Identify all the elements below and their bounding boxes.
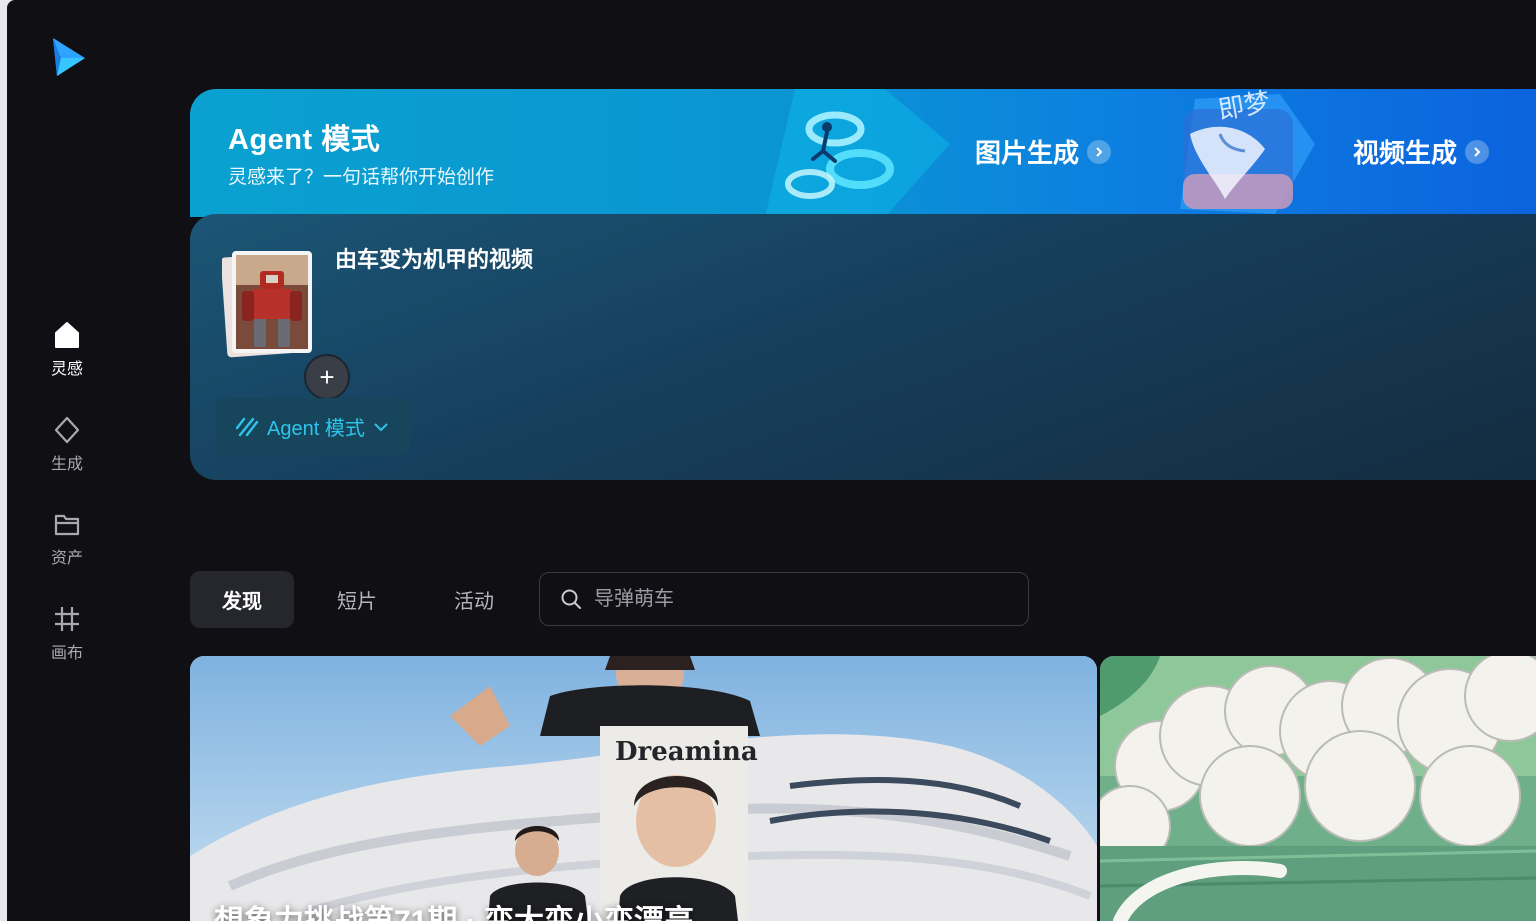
home-icon [55,322,79,348]
agent-mode-label: Agent 模式 [267,418,365,440]
sidebar-item-label: 灵感 [50,361,83,378]
tab-events[interactable]: 活动 [422,571,526,628]
sidebar-item-label: 画布 [50,645,83,662]
card-title: 想象力挑战第71期 · 变大变小变漂亮 [214,896,694,921]
add-reference-button[interactable]: + [304,354,350,400]
search-input[interactable] [592,586,996,612]
sidebar-item-inspiration[interactable]: 灵感 [29,320,105,379]
sidebar-item-generate[interactable]: 生成 [29,415,105,474]
search-box[interactable] [539,572,1029,626]
image-generation-link[interactable]: 图片生成 [975,133,1112,170]
tab-discover[interactable]: 发现 [190,571,294,628]
banner-title: Agent 模式 [228,124,381,156]
sparkle-diamond-icon [54,416,80,444]
mecha-thumbnail-image [220,251,312,358]
app-window: 灵感 生成 资产 画布 Agent 模式 灵感来了？一句话帮你开始创作 图片生成… [7,0,1536,921]
landscape-card-image [1100,656,1536,921]
banner-subtitle: 灵感来了？一句话帮你开始创作 [228,167,495,188]
reference-image-thumbnail[interactable]: + [220,247,350,400]
video-generation-art: 即梦 [1180,89,1315,214]
sidebar-item-assets[interactable]: 资产 [29,509,105,568]
image-generation-art [765,89,950,217]
feed-card-challenge[interactable]: Dreamina 想象力挑战第71期 · 变大变小变漂亮 [190,656,1097,921]
video-generation-label: 视频生成 [1353,138,1458,168]
agent-mode-banner[interactable]: Agent 模式 灵感来了？一句话帮你开始创作 图片生成 即梦 视频生成 [190,89,1536,217]
video-generation-link[interactable]: 视频生成 [1353,133,1490,170]
agent-mode-selector[interactable]: Agent 模式 [215,398,411,455]
chevron-right-icon [1465,139,1490,164]
prompt-composer: + 由车变为机甲的视频 Agent 模式 [190,214,1536,480]
prompt-text[interactable]: 由车变为机甲的视频 [335,242,533,274]
poster-dreamina-text: Dreamina [615,737,758,767]
folder-icon [54,514,80,536]
image-generation-label: 图片生成 [975,138,1080,168]
sidebar-item-canvas[interactable]: 画布 [29,604,105,663]
canvas-grid-icon [55,607,79,631]
feed-card-landscape[interactable] [1100,656,1536,921]
chevron-down-icon [374,422,388,431]
dreamina-logo-icon[interactable] [45,36,87,78]
sidebar-item-label: 资产 [50,550,83,567]
agent-slash-icon [235,417,259,436]
chevron-right-icon [1087,139,1112,164]
sidebar-item-label: 生成 [50,456,83,473]
challenge-card-image: Dreamina [190,656,1097,921]
search-icon [561,589,581,609]
tab-shorts[interactable]: 短片 [305,571,409,628]
